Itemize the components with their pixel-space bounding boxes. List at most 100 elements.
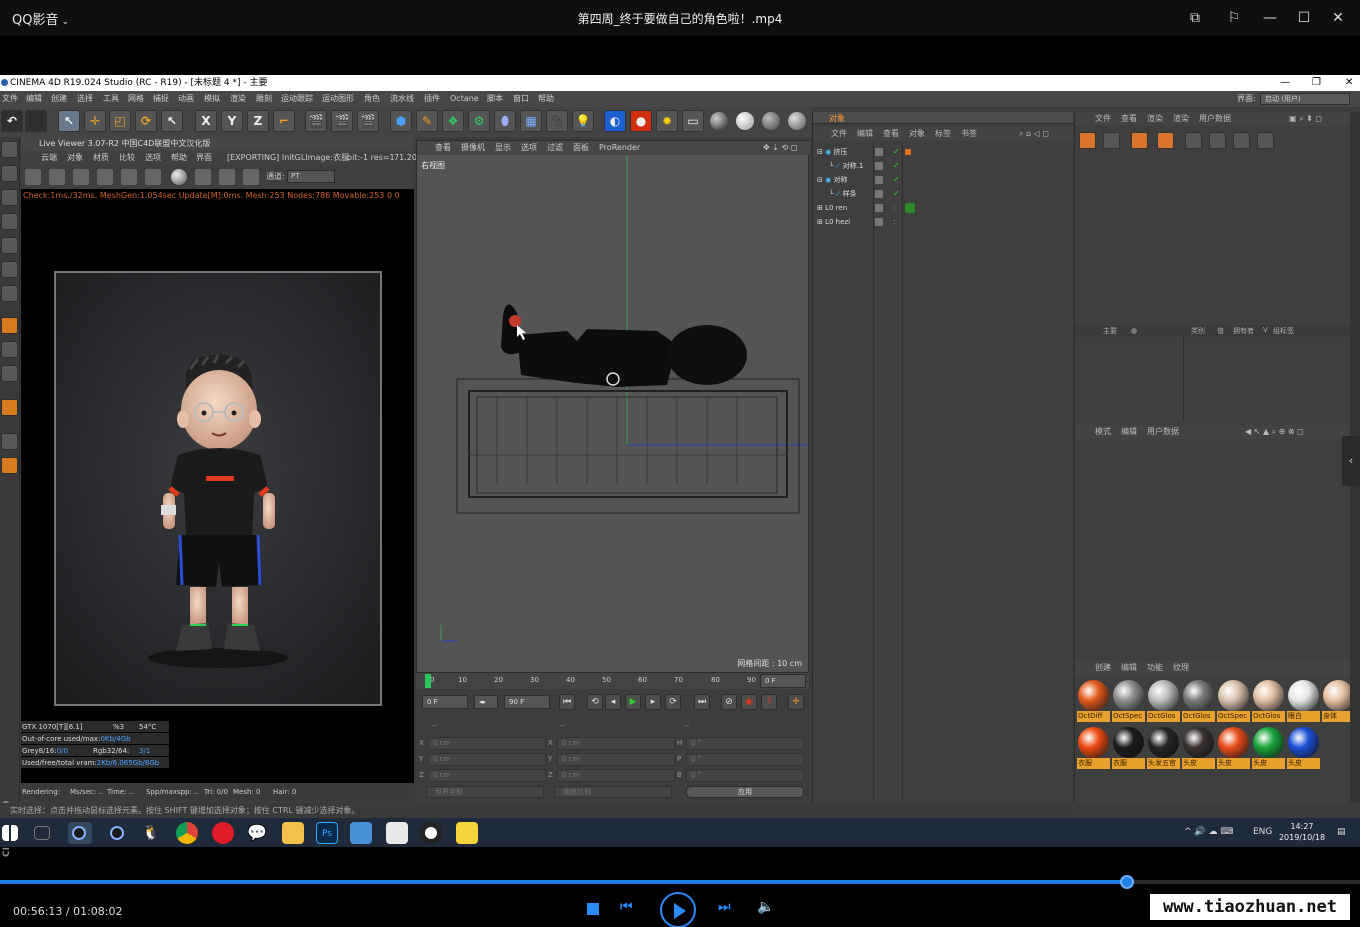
scale-button[interactable]: ◰ xyxy=(109,110,131,132)
c4d-restore-button[interactable]: ❐ xyxy=(1312,75,1321,91)
c4d-taskbar-icon[interactable] xyxy=(106,822,128,844)
keyframe-icon[interactable]: ⊘ xyxy=(721,694,737,710)
object-row[interactable]: └ ⟋ 对称.1 ✓ xyxy=(813,159,1073,173)
clay-mode-icon[interactable] xyxy=(195,169,211,185)
move-button[interactable]: ✛ xyxy=(84,110,106,132)
settings-gear-icon[interactable] xyxy=(121,169,137,185)
menu-window[interactable]: 窗口 xyxy=(513,91,529,107)
screenshot-icon[interactable]: ⧉ xyxy=(1185,8,1205,28)
z-axis-button[interactable]: Z xyxy=(247,110,269,132)
notes-icon[interactable] xyxy=(350,822,372,844)
visible-check-icon[interactable]: ✓ xyxy=(893,187,900,201)
menu-mograph[interactable]: 运动图形 xyxy=(322,91,354,107)
region-r-icon[interactable] xyxy=(97,169,113,185)
mat-menu-function[interactable]: 功能 xyxy=(1147,661,1163,675)
mat-menu-create[interactable]: 创建 xyxy=(1095,661,1111,675)
rot-h-field[interactable]: 0 ° xyxy=(686,737,804,750)
lv-menu-options[interactable]: 选项 xyxy=(145,151,161,165)
tray-icons[interactable]: ^ 🔊 ☁ ⌨ xyxy=(1184,818,1233,847)
frame-stepper[interactable]: ◂▸ xyxy=(474,695,498,709)
menu-simulate[interactable]: 模拟 xyxy=(204,91,220,107)
material-swatch[interactable]: 头皮 xyxy=(1287,726,1320,770)
recent-tool-button[interactable]: ↖ xyxy=(161,110,183,132)
maximize-button[interactable]: ☐ xyxy=(1294,8,1314,28)
om-search-icon[interactable]: ⌕ ⌂ ◁ ◻ xyxy=(1019,127,1049,141)
play-button[interactable] xyxy=(660,892,696,927)
pos-x-field[interactable]: 0 cm xyxy=(428,737,546,750)
subdivision-button[interactable]: ❖ xyxy=(442,110,464,132)
c4d-close-button[interactable]: ✕ xyxy=(1345,75,1353,91)
visible-check-icon[interactable]: ✓ xyxy=(893,145,900,159)
playhead[interactable] xyxy=(425,674,431,688)
next-button[interactable]: ⏭ xyxy=(718,899,731,915)
object-manager-tab[interactable]: 对象 xyxy=(813,112,1073,124)
photoshop-icon[interactable]: Ps xyxy=(316,822,338,844)
timeline-ruler[interactable]: 0 10 20 30 40 50 60 70 80 90 0 F xyxy=(416,673,809,689)
visible-check-icon[interactable]: ✓ xyxy=(893,159,900,173)
floor-button[interactable]: ▦ xyxy=(520,110,542,132)
menu-animate[interactable]: 动画 xyxy=(178,91,194,107)
progress-knob[interactable] xyxy=(1120,875,1135,889)
coord-system-button[interactable]: ⌐ xyxy=(273,110,295,132)
menu-render[interactable]: 渲染 xyxy=(230,91,246,107)
channel-select[interactable]: PT xyxy=(287,170,335,183)
om-menu-bookmarks[interactable]: 书签 xyxy=(961,127,977,141)
rp-menu-file[interactable]: 文件 xyxy=(1095,112,1111,126)
viewport-nav-icon[interactable]: ✥ ⇣ ⟲ ◻ xyxy=(763,141,797,155)
vp-menu-filter[interactable]: 过滤 xyxy=(547,141,563,155)
prev-frame-button[interactable]: ◂ xyxy=(605,694,621,710)
menu-snap[interactable]: 捕捉 xyxy=(153,91,169,107)
current-frame-field[interactable]: 0 F xyxy=(760,674,806,688)
attr-menu-mode[interactable]: 模式 xyxy=(1095,425,1111,439)
layer-tag-icon[interactable] xyxy=(875,190,883,198)
visible-check-icon[interactable]: ✓ xyxy=(893,173,900,187)
layer-tag-icon[interactable] xyxy=(875,218,883,226)
rp-menu-user-data[interactable]: 用户数据 xyxy=(1199,112,1231,126)
menu-sculpt[interactable]: 雕刻 xyxy=(256,91,272,107)
vp-menu-options[interactable]: 选项 xyxy=(521,141,537,155)
y-axis-button[interactable]: Y xyxy=(221,110,243,132)
cube-button[interactable]: ⬢ xyxy=(390,110,412,132)
object-row[interactable]: └ ⟋ 样条 ✓ xyxy=(813,187,1073,201)
magnet-icon[interactable] xyxy=(1,399,18,416)
object-row[interactable]: ⊞ L0 hezi: xyxy=(813,215,1073,229)
menu-pipeline[interactable]: 流水线 xyxy=(390,91,414,107)
reset-icon[interactable] xyxy=(49,169,65,185)
attr-menu-edit[interactable]: 编辑 xyxy=(1121,425,1137,439)
texture-mode-icon[interactable] xyxy=(1,189,18,206)
goto-start-button[interactable]: ⏮ xyxy=(559,694,575,710)
pen-button[interactable]: ✎ xyxy=(416,110,438,132)
render-icon[interactable] xyxy=(1131,132,1148,149)
windows-start-icon[interactable] xyxy=(2,825,18,841)
rp-menu-render2[interactable]: 渲染 xyxy=(1173,112,1189,126)
render-selection-icon[interactable] xyxy=(1209,132,1226,149)
lv-menu-compare[interactable]: 比较 xyxy=(119,151,135,165)
volume-icon[interactable]: 🔈 xyxy=(757,899,774,915)
material-ball-icon[interactable] xyxy=(762,112,780,130)
snap-s-icon[interactable] xyxy=(1,365,18,382)
material-ball-icon[interactable] xyxy=(710,112,728,130)
menu-octane[interactable]: Octane xyxy=(450,91,479,107)
octane-arealight-button[interactable]: ▭ xyxy=(682,110,704,132)
x-axis-button[interactable]: X xyxy=(195,110,217,132)
render-settings-icon[interactable] xyxy=(1233,132,1250,149)
polygons-mode-icon[interactable] xyxy=(1,285,18,302)
video-progress-bar[interactable] xyxy=(0,875,1360,889)
undo-button[interactable]: ↶ xyxy=(1,110,23,132)
lv-menu-gui[interactable]: 界面 xyxy=(196,151,212,165)
copy-icon[interactable] xyxy=(1103,132,1120,149)
render-queue-icon[interactable] xyxy=(1185,132,1202,149)
material-swatch[interactable]: 头皮 xyxy=(1182,726,1215,770)
make-editable-icon[interactable] xyxy=(1,141,18,158)
render-picture-button[interactable]: 🎬 xyxy=(331,110,353,132)
vp-menu-panel[interactable]: 面板 xyxy=(573,141,589,155)
om-menu-view[interactable]: 查看 xyxy=(883,127,899,141)
material-swatch[interactable]: OctGlos xyxy=(1252,679,1285,723)
coord-system-dropdown[interactable]: 世界坐标 xyxy=(426,786,544,798)
rp-menu-view[interactable]: 查看 xyxy=(1121,112,1137,126)
minimize-button[interactable]: — xyxy=(1260,8,1280,28)
previous-button[interactable]: ⏮ xyxy=(620,899,633,915)
material-swatch[interactable]: 衣服 xyxy=(1112,726,1145,770)
material-swatch[interactable]: OctSpec xyxy=(1217,679,1250,723)
size-mode-dropdown[interactable]: 缩放比例 xyxy=(554,786,672,798)
